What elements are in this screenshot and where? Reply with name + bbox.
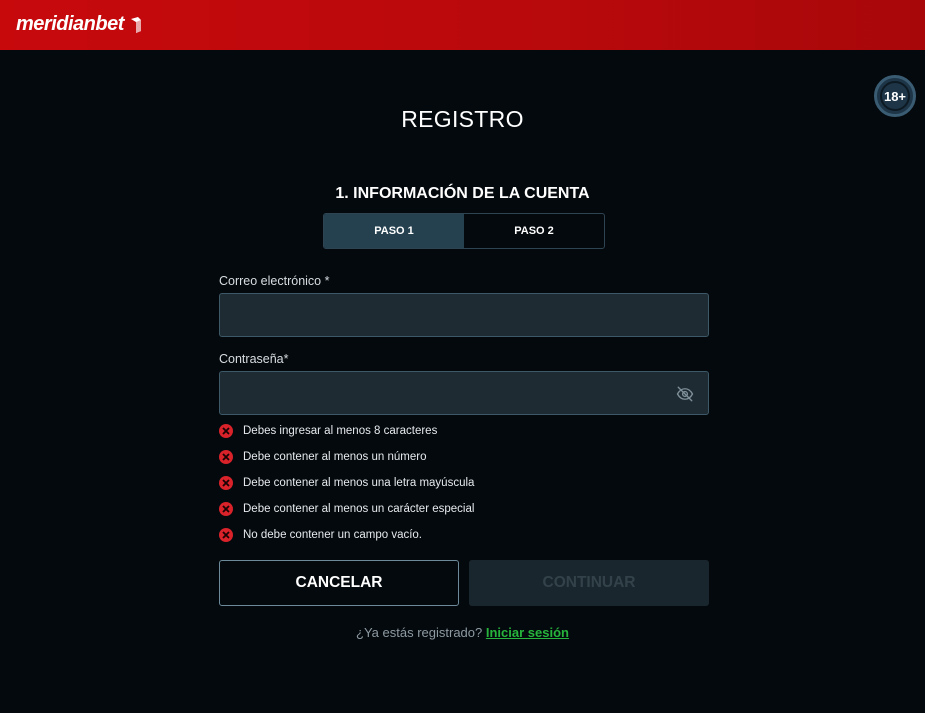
page-title: REGISTRO (401, 106, 524, 132)
error-x-icon (219, 450, 233, 464)
list-item: No debe contener un campo vacío. (219, 527, 619, 543)
list-item: Debes ingresar al menos 8 caracteres (219, 423, 619, 439)
login-link[interactable]: Iniciar sesión (486, 625, 569, 640)
continue-button[interactable]: CONTINUAR (469, 560, 709, 606)
email-field[interactable] (219, 293, 709, 337)
rule-text: Debe contener al menos una letra mayúscu… (243, 477, 475, 489)
rule-text: Debe contener al menos un carácter espec… (243, 503, 475, 515)
top-header: meridianbet (0, 0, 925, 50)
cancel-button[interactable]: CANCELAR (219, 560, 459, 606)
meridianbet-logo[interactable]: meridianbet (16, 13, 124, 36)
list-item: Debe contener al menos un carácter espec… (219, 501, 619, 517)
login-prompt: ¿Ya estás registrado? Iniciar sesión (0, 625, 925, 640)
login-prompt-text: ¿Ya estás registrado? (356, 625, 483, 640)
step-tabs: PASO 1 PASO 2 (323, 213, 605, 249)
logo-flag-icon (131, 17, 141, 33)
eye-off-icon[interactable] (676, 385, 694, 403)
list-item: Debe contener al menos un número (219, 449, 619, 465)
tab-step-1[interactable]: PASO 1 (324, 214, 464, 248)
list-item: Debe contener al menos una letra mayúscu… (219, 475, 619, 491)
error-x-icon (219, 424, 233, 438)
error-x-icon (219, 476, 233, 490)
rule-text: Debe contener al menos un número (243, 451, 427, 463)
password-field[interactable] (219, 371, 709, 415)
email-label: Correo electrónico * (219, 274, 330, 288)
password-label: Contraseña* (219, 352, 289, 366)
section-title: 1. INFORMACIÓN DE LA CUENTA (335, 185, 590, 202)
rule-text: Debes ingresar al menos 8 caracteres (243, 425, 438, 437)
rule-text: No debe contener un campo vacío. (243, 529, 423, 541)
error-x-icon (219, 528, 233, 542)
tab-step-2[interactable]: PASO 2 (464, 214, 604, 248)
error-x-icon (219, 502, 233, 516)
